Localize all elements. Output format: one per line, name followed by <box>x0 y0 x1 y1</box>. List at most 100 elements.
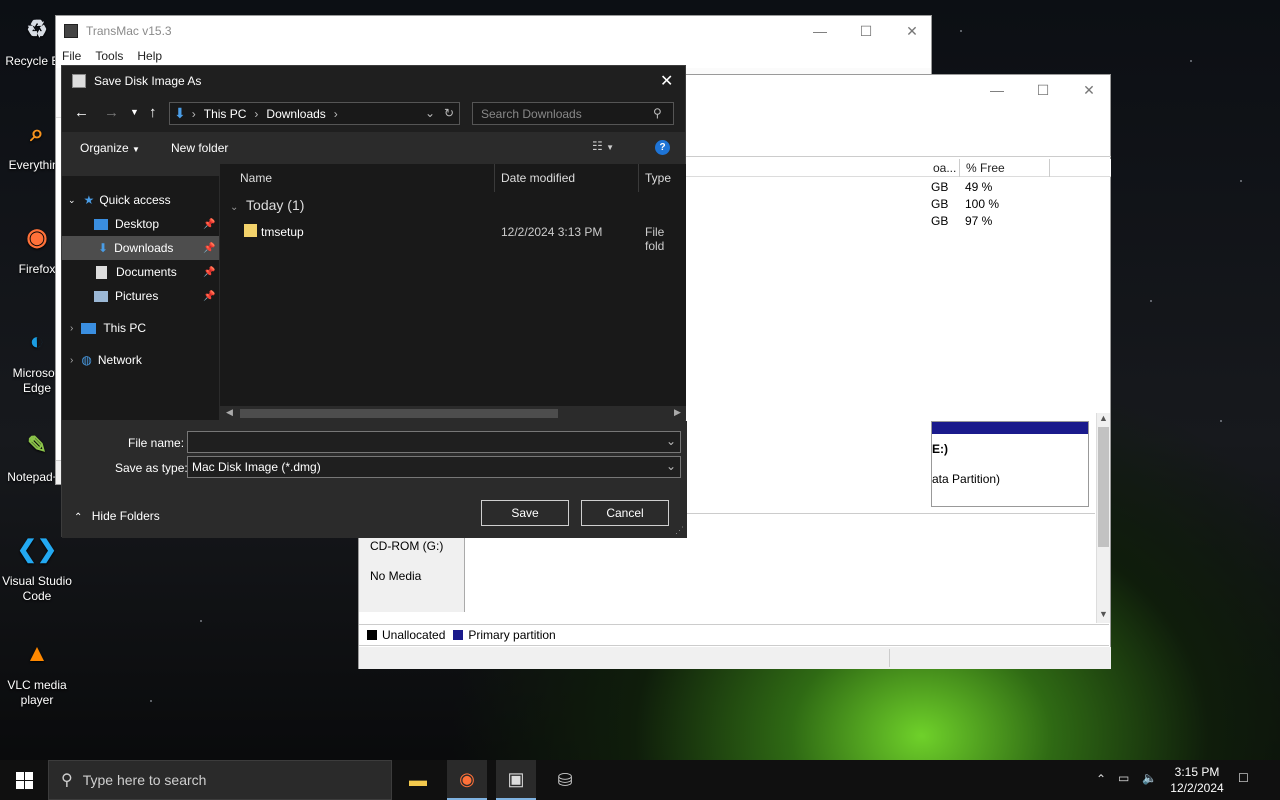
notifications-icon[interactable]: ☐ <box>1238 771 1249 785</box>
taskbar-search[interactable]: ⚲ Type here to search <box>48 760 392 800</box>
scroll-up-icon[interactable]: ▲ <box>1099 413 1108 423</box>
chevron-right-icon: › <box>191 106 196 121</box>
close-icon[interactable]: ✕ <box>1066 75 1112 105</box>
new-folder-button[interactable]: New folder <box>171 141 228 155</box>
save-dialog[interactable]: Save Disk Image As ✕ ← → ▼ ↑ ⬇ › This PC… <box>61 65 687 538</box>
scrollbar-thumb[interactable] <box>240 409 558 418</box>
file-explorer-icon[interactable]: ▬ <box>398 760 438 800</box>
refresh-icon[interactable]: ↻ <box>444 106 454 120</box>
horizontal-scrollbar[interactable]: ◀ ▶ <box>220 406 686 420</box>
start-button[interactable] <box>0 760 48 800</box>
clock-date: 12/2/2024 <box>1170 781 1224 795</box>
dm-scrollbar[interactable]: ▲ ▼ <box>1096 413 1110 623</box>
cdrom-status: No Media <box>370 569 422 583</box>
help-icon[interactable]: ? <box>655 140 670 155</box>
transmac-taskbar-icon[interactable]: ▣ <box>496 760 536 800</box>
col-free[interactable]: % Free <box>966 161 1005 175</box>
search-input[interactable]: Search Downloads <box>481 107 582 121</box>
forward-arrow-icon[interactable]: → <box>104 104 119 121</box>
menu-file[interactable]: File <box>62 49 81 63</box>
col-capacity[interactable]: oa... <box>933 161 956 175</box>
col-divider <box>638 164 639 192</box>
partition-block[interactable]: E:) ata Partition) <box>931 421 1089 507</box>
nav-downloads[interactable]: ⬇ Downloads 📌 <box>62 236 219 260</box>
organize-button[interactable]: Organize ▼ <box>80 141 140 155</box>
save-type-value: Mac Disk Image (*.dmg) <box>192 460 321 474</box>
chevron-down-icon: ▼ <box>132 145 140 154</box>
scroll-right-icon[interactable]: ▶ <box>674 407 681 418</box>
scroll-down-icon[interactable]: ▼ <box>1099 609 1108 619</box>
up-arrow-icon[interactable]: ↑ <box>149 104 157 121</box>
partition-label: E:) <box>932 442 948 456</box>
resize-grip-icon[interactable]: ⋰ <box>675 525 684 536</box>
volume-muted-icon[interactable]: 🔈 <box>1142 771 1157 785</box>
maximize-icon[interactable]: ☐ <box>1020 75 1066 105</box>
view-options-icon[interactable]: ☷ ▼ <box>592 139 614 153</box>
collapse-chevron-icon[interactable]: ⌄ <box>230 202 238 213</box>
nav-desktop[interactable]: Desktop 📌 <box>62 212 219 236</box>
close-icon[interactable]: ✕ <box>660 71 673 91</box>
transmac-title: TransMac v15.3 <box>86 24 172 38</box>
col-date-modified[interactable]: Date modified <box>501 164 575 192</box>
scroll-left-icon[interactable]: ◀ <box>226 407 233 418</box>
address-dropdown-icon[interactable]: ⌄ <box>425 106 435 120</box>
nav-label: Network <box>97 353 142 367</box>
list-item[interactable]: tmsetup 12/2/2024 3:13 PM File fold <box>220 220 686 253</box>
desktop-shortcut[interactable]: ❮❯ Visual Studio Code <box>0 528 74 604</box>
menu-tools[interactable]: Tools <box>95 49 123 63</box>
volume-capacity: GB <box>931 180 949 194</box>
nav-label: This PC <box>103 321 147 335</box>
nav-network[interactable]: › ◍ Network <box>62 348 219 372</box>
minimize-icon[interactable]: — <box>797 16 843 46</box>
notepadpp-icon: ✎ <box>26 431 48 459</box>
chevron-up-icon[interactable]: ⌃ <box>1096 772 1106 786</box>
clock[interactable]: 3:15 PM 12/2/2024 <box>1166 764 1228 796</box>
firefox-icon[interactable]: ◉ <box>447 760 487 800</box>
windows-icon <box>15 771 33 789</box>
chevron-down-icon[interactable]: ⌄ <box>666 434 676 448</box>
search-box[interactable]: Search Downloads ⚲ <box>472 102 674 125</box>
save-type-select[interactable]: Mac Disk Image (*.dmg) ⌄ <box>187 456 681 478</box>
hide-folders-button[interactable]: ⌃ Hide Folders <box>74 509 160 523</box>
dm-statusbar <box>359 647 1111 669</box>
taskbar-search-input[interactable]: Type here to search <box>83 772 207 788</box>
dialog-titlebar: Save Disk Image As ✕ <box>62 66 685 96</box>
partition-desc: ata Partition) <box>932 472 1001 486</box>
volume-free: 97 % <box>965 214 993 228</box>
legend-swatch <box>367 630 377 640</box>
menu-help[interactable]: Help <box>137 49 162 63</box>
file-name-field[interactable]: ⌄ <box>187 431 681 453</box>
file-list[interactable]: Name Date modified Type ⌄ Today (1) tmse… <box>220 164 686 420</box>
legend-primary: Primary partition <box>468 628 556 642</box>
expand-chevron-icon[interactable]: ⌄ <box>68 195 76 206</box>
expand-chevron-icon[interactable]: › <box>70 323 73 334</box>
nav-this-pc[interactable]: › This PC <box>62 316 219 340</box>
close-icon[interactable]: ✕ <box>889 16 935 46</box>
nav-documents[interactable]: Documents 📌 <box>62 260 219 284</box>
disk-management-taskbar-icon[interactable]: ⛁ <box>545 760 585 800</box>
minimize-icon[interactable]: — <box>974 75 1020 105</box>
network-icon[interactable]: ▭ <box>1118 771 1129 785</box>
cancel-button[interactable]: Cancel <box>581 500 669 526</box>
breadcrumb-downloads[interactable]: Downloads <box>266 107 325 121</box>
expand-chevron-icon[interactable]: › <box>70 355 73 366</box>
breadcrumb-this-pc[interactable]: This PC <box>204 107 247 121</box>
scrollbar-thumb[interactable] <box>1098 427 1109 547</box>
nav-label: Desktop <box>115 217 160 231</box>
back-arrow-icon[interactable]: ← <box>74 104 89 121</box>
address-bar[interactable]: ⬇ › This PC › Downloads › ⌄ ↻ <box>169 102 460 125</box>
maximize-icon[interactable]: ☐ <box>843 16 889 46</box>
save-button[interactable]: Save <box>481 500 569 526</box>
group-label: Today (1) <box>246 197 305 213</box>
col-type[interactable]: Type <box>645 164 671 192</box>
desktop-shortcut[interactable]: ▲ VLC media player <box>0 632 74 708</box>
nav-quick-access[interactable]: ⌄ ★ Quick access <box>62 188 219 212</box>
dialog-app-icon <box>72 74 86 88</box>
chevron-down-icon[interactable]: ⌄ <box>666 459 676 473</box>
partition-bar <box>932 422 1088 434</box>
recent-dropdown-icon[interactable]: ▼ <box>130 107 139 117</box>
group-header[interactable]: ⌄ Today (1) <box>230 197 304 213</box>
hide-folders-label: Hide Folders <box>91 509 160 523</box>
nav-pictures[interactable]: Pictures 📌 <box>62 284 219 308</box>
col-name[interactable]: Name <box>240 164 272 192</box>
